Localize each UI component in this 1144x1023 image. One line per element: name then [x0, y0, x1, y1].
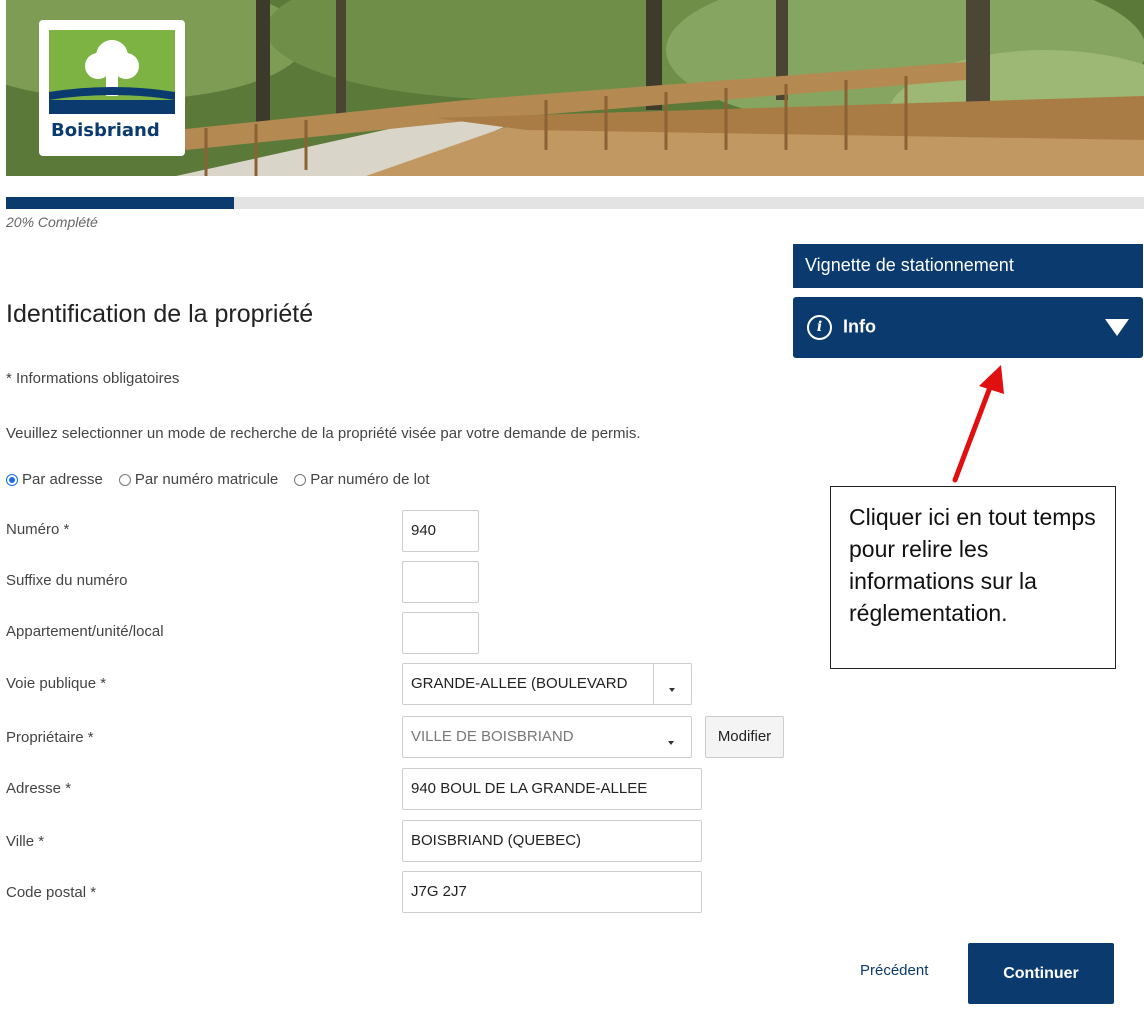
logo-text: Boisbriand — [51, 120, 160, 141]
info-icon: i — [807, 315, 832, 340]
appartement-label: Appartement/unité/local — [6, 623, 164, 640]
tree-logo-icon — [49, 30, 175, 114]
numero-label: Numéro * — [6, 521, 70, 538]
radio-label: Par numéro matricule — [134, 471, 279, 488]
annotation-arrow-icon — [952, 365, 1004, 483]
adresse-label: Adresse * — [6, 780, 72, 797]
radio-unselected-icon[interactable] — [118, 473, 131, 486]
radio-unselected-icon[interactable] — [294, 473, 307, 486]
code-postal-label: Code postal * — [6, 884, 97, 901]
radio-label: Par adresse — [22, 471, 103, 488]
radio-par-numero-de-lot[interactable]: Par numéro de lot — [294, 471, 430, 488]
side-panel-title: Vignette de stationnement — [793, 244, 1143, 288]
adresse-input[interactable]: 940 BOUL DE LA GRANDE-ALLEE — [402, 768, 702, 810]
radio-selected-icon[interactable] — [6, 473, 18, 486]
progress-bar-fill — [6, 197, 234, 209]
instructions-text: Veuillez selectionner un mode de recherc… — [6, 425, 641, 442]
continue-button[interactable]: Continuer — [968, 943, 1114, 1004]
ville-label: Ville * — [6, 833, 45, 850]
info-label: Info — [843, 316, 877, 337]
proprietaire-select[interactable]: VILLE DE BOISBRIAND — [402, 716, 692, 758]
progress-label: 20% Complété — [6, 214, 98, 230]
voie-publique-select[interactable]: GRANDE-ALLEE (BOULEVARD — [402, 663, 692, 705]
caret-down-icon[interactable] — [653, 664, 691, 704]
previous-link[interactable]: Précédent — [860, 962, 928, 979]
proprietaire-label: Propriétaire * — [6, 729, 94, 746]
radio-par-adresse[interactable]: Par adresse — [6, 471, 103, 488]
radio-label: Par numéro de lot — [310, 471, 430, 488]
search-mode-radio-group: Par adresse Par numéro matricule Par num… — [6, 471, 430, 488]
suffixe-input[interactable] — [402, 561, 479, 603]
triangle-down-icon — [1105, 319, 1129, 336]
caret-down-icon[interactable] — [653, 717, 691, 757]
radio-par-numero-matricule[interactable]: Par numéro matricule — [118, 471, 279, 488]
suffixe-label: Suffixe du numéro — [6, 572, 128, 589]
appartement-input[interactable] — [402, 612, 479, 654]
voie-publique-value: GRANDE-ALLEE (BOULEVARD — [411, 675, 628, 692]
required-note: * Informations obligatoires — [6, 370, 180, 387]
info-accordion-button[interactable]: i Info — [793, 297, 1143, 358]
progress-bar — [6, 197, 1144, 209]
page-title: Identification de la propriété — [6, 300, 314, 328]
modifier-button[interactable]: Modifier — [705, 716, 784, 758]
code-postal-input[interactable]: J7G 2J7 — [402, 871, 702, 913]
numero-input[interactable]: 940 — [402, 510, 479, 552]
voie-publique-label: Voie publique * — [6, 675, 107, 692]
proprietaire-value: VILLE DE BOISBRIAND — [411, 728, 574, 745]
ville-input[interactable]: BOISBRIAND (QUEBEC) — [402, 820, 702, 862]
boisbriand-logo: Boisbriand — [39, 20, 185, 156]
annotation-callout: Cliquer ici en tout temps pour relire le… — [830, 486, 1116, 669]
header-banner: Boisbriand — [6, 0, 1144, 176]
